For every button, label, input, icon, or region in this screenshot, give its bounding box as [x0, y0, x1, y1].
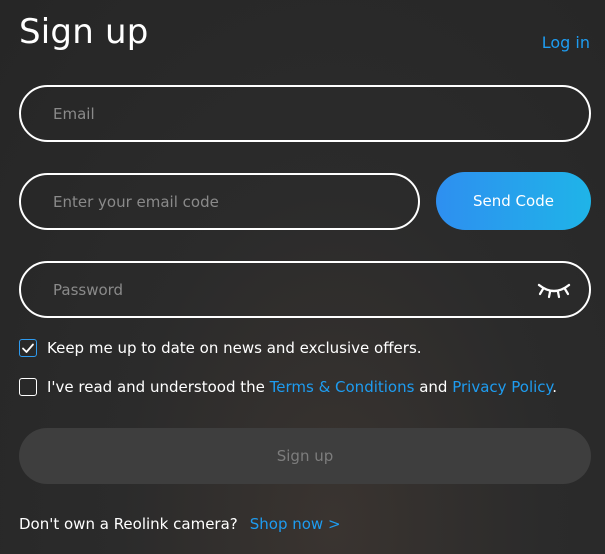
send-code-button[interactable]: Send Code: [436, 172, 591, 230]
newsletter-label: Keep me up to date on news and exclusive…: [47, 339, 422, 357]
terms-and: and: [414, 378, 453, 396]
password-input[interactable]: [21, 263, 589, 316]
shop-now-link[interactable]: Shop now >: [250, 515, 341, 533]
privacy-policy-link[interactable]: Privacy Policy: [452, 378, 552, 396]
terms-suffix: .: [552, 378, 558, 396]
email-field-wrapper: [19, 85, 591, 142]
terms-consent-row: I've read and understood the Terms & Con…: [19, 378, 557, 396]
footer-question: Don't own a Reolink camera?: [19, 515, 238, 533]
checkmark-icon: [22, 343, 34, 353]
email-code-input[interactable]: [21, 175, 418, 228]
terms-checkbox[interactable]: [19, 378, 37, 396]
footer: Don't own a Reolink camera? Shop now >: [19, 515, 341, 533]
terms-label: I've read and understood the Terms & Con…: [47, 378, 557, 396]
page-title: Sign up: [19, 12, 149, 52]
newsletter-checkbox[interactable]: [19, 339, 37, 357]
terms-conditions-link[interactable]: Terms & Conditions: [270, 378, 415, 396]
email-input[interactable]: [21, 87, 589, 140]
newsletter-consent-row: Keep me up to date on news and exclusive…: [19, 339, 422, 357]
login-link[interactable]: Log in: [542, 33, 590, 52]
password-field-wrapper: [19, 261, 591, 318]
terms-prefix: I've read and understood the: [47, 378, 270, 396]
eye-closed-icon[interactable]: [537, 280, 571, 300]
sign-up-button[interactable]: Sign up: [19, 428, 591, 484]
email-code-field-wrapper: [19, 173, 420, 230]
